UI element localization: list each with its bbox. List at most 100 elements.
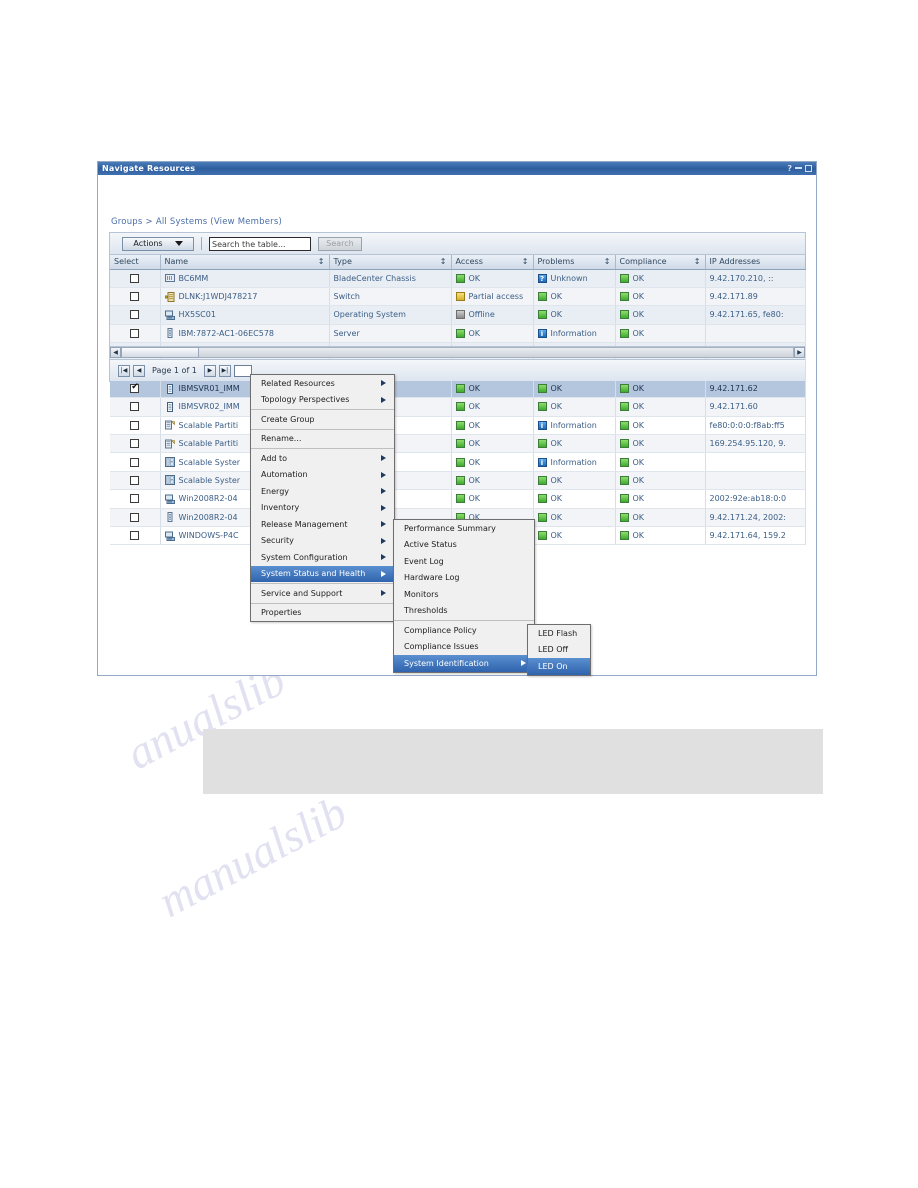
breadcrumb-root[interactable]: Groups: [111, 217, 143, 227]
row-name-cell[interactable]: IBM:7872-AC1-06EC578: [160, 324, 330, 344]
row-checkbox[interactable]: [130, 420, 140, 430]
help-icon[interactable]: ?: [787, 164, 792, 173]
first-page-button[interactable]: |◀: [118, 364, 130, 377]
scrollbar-trough[interactable]: [199, 347, 794, 358]
menu-item-system-configuration[interactable]: System Configuration: [251, 549, 394, 566]
scroll-right-icon[interactable]: ▶: [794, 347, 805, 358]
scroll-left-icon[interactable]: ◀: [110, 347, 121, 358]
row-checkbox[interactable]: [130, 328, 140, 338]
minimize-icon[interactable]: [795, 167, 802, 169]
row-select-cell[interactable]: [110, 397, 161, 417]
toolbar-divider: [201, 237, 202, 250]
submenu-item-system-identification[interactable]: System Identification: [394, 655, 534, 672]
sort-toggle-icon[interactable]: ↕: [604, 257, 611, 266]
menu-item-release-management[interactable]: Release Management: [251, 516, 394, 533]
submenu-item-compliance-issues[interactable]: Compliance Issues: [394, 639, 534, 656]
row-checkbox[interactable]: [130, 457, 140, 467]
row-checkbox[interactable]: [130, 382, 140, 394]
menu-item-security[interactable]: Security: [251, 533, 394, 550]
submenu-item-hardware-log[interactable]: Hardware Log: [394, 570, 534, 587]
next-page-button[interactable]: ▶: [203, 364, 216, 377]
row-checkbox[interactable]: [130, 402, 140, 412]
row-select-cell[interactable]: [110, 379, 161, 399]
menu-item-label: Inventory: [261, 503, 300, 513]
submenu-item-event-log[interactable]: Event Log: [394, 553, 534, 570]
search-input[interactable]: Search the table...: [209, 236, 311, 251]
table-row[interactable]: DLNK:J1WDJ478217 Switch Partial access OK OK…: [110, 287, 806, 307]
table-row[interactable]: Scalable SystertemOKOKOK: [110, 471, 806, 491]
table-row[interactable]: BC6MM BladeCenter Chassis OK? Unknown OK 9.42…: [110, 269, 806, 288]
row-select-cell[interactable]: [110, 471, 161, 491]
row-checkbox[interactable]: [130, 531, 140, 541]
row-select-cell[interactable]: [110, 508, 161, 527]
table-row[interactable]: HX5SC01 Operating System Offline OK OK 9.42.1…: [110, 305, 806, 325]
horizontal-scrollbar[interactable]: ◀ ▶: [110, 346, 805, 358]
actions-button[interactable]: Actions: [122, 236, 194, 251]
led-item-led-off[interactable]: LED Off: [528, 642, 590, 659]
row-checkbox[interactable]: [130, 310, 140, 320]
menu-item-create-group[interactable]: Create Group: [251, 411, 394, 428]
table-row[interactable]: Scalable PartitititionOKOKOK169.254.95.1…: [110, 434, 806, 454]
scrollbar-track[interactable]: [121, 347, 794, 358]
table-row[interactable]: Win2008R2-04ystemOKOKOK2002:92e:ab18:0:0: [110, 489, 806, 509]
scrollbar-thumb[interactable]: [121, 347, 199, 358]
table-row[interactable]: IBMSVR02_IMM OK OK OK 9.42.171.60: [110, 397, 806, 417]
table-row[interactable]: IBMSVR01_IMM OK OK OK 9.42.171.62: [110, 379, 806, 399]
status-ok-icon: [537, 475, 547, 485]
column-header-compliance[interactable]: Compliance ↕: [615, 255, 706, 270]
maximize-icon[interactable]: [805, 165, 812, 172]
menu-item-topology-perspectives[interactable]: Topology Perspectives: [251, 392, 394, 409]
previous-page-button[interactable]: ◀: [133, 364, 145, 377]
column-header-name[interactable]: Name ↕: [160, 255, 330, 270]
menu-item-service-and-support[interactable]: Service and Support: [251, 585, 394, 602]
table-row[interactable]: Scalable SystertemOKiInformationOK: [110, 452, 806, 472]
row-select-cell[interactable]: [110, 269, 161, 288]
row-checkbox[interactable]: [130, 475, 140, 485]
sort-toggle-icon[interactable]: ↕: [522, 257, 529, 266]
led-item-led-on[interactable]: LED On: [528, 658, 590, 675]
row-select-cell[interactable]: [110, 287, 161, 307]
row-select-cell[interactable]: [110, 305, 161, 325]
submenu-item-monitors[interactable]: Monitors: [394, 586, 534, 603]
table-row[interactable]: IBM:7872-AC1-06EC578 Server OK i Information…: [110, 324, 806, 344]
row-select-cell[interactable]: [110, 526, 161, 546]
menu-item-energy[interactable]: Energy: [251, 483, 394, 500]
column-header-type[interactable]: Type ↕: [329, 255, 452, 270]
row-select-cell[interactable]: [110, 324, 161, 344]
row-select-cell[interactable]: [110, 416, 161, 436]
row-name-cell[interactable]: HX5SC01: [160, 305, 330, 325]
menu-item-inventory[interactable]: Inventory: [251, 500, 394, 517]
column-header-problems[interactable]: Problems ↕: [533, 255, 616, 270]
menu-item-automation[interactable]: Automation: [251, 467, 394, 484]
menu-item-related-resources[interactable]: Related Resources: [251, 375, 394, 392]
row-checkbox[interactable]: [130, 494, 140, 504]
status-ok-icon: [619, 457, 629, 467]
row-checkbox[interactable]: [130, 439, 140, 449]
row-select-cell[interactable]: [110, 489, 161, 509]
row-name-cell[interactable]: BC6MM: [160, 269, 330, 288]
row-select-cell[interactable]: [110, 434, 161, 454]
row-checkbox[interactable]: [130, 273, 140, 283]
search-button[interactable]: Search: [318, 236, 362, 251]
submenu-item-active-status[interactable]: Active Status: [394, 537, 534, 554]
last-page-button[interactable]: ▶|: [218, 364, 231, 377]
column-header-label: Access: [455, 257, 483, 267]
column-header-access[interactable]: Access ↕: [451, 255, 534, 270]
sort-toggle-icon[interactable]: ↕: [694, 257, 701, 266]
sort-toggle-icon[interactable]: ↕: [318, 257, 325, 266]
submenu-item-compliance-policy[interactable]: Compliance Policy: [394, 622, 534, 639]
row-checkbox[interactable]: [130, 292, 140, 302]
row-checkbox[interactable]: [130, 512, 140, 522]
menu-item-system-status-and-health[interactable]: System Status and Health: [251, 565, 394, 582]
menu-item-properties[interactable]: Properties: [251, 605, 394, 622]
led-item-led-flash[interactable]: LED Flash: [528, 625, 590, 642]
table-row[interactable]: Scalable PartitititionOKiInformationOKfe…: [110, 416, 806, 436]
menu-item-add-to[interactable]: Add to: [251, 450, 394, 467]
menu-item-rename[interactable]: Rename...: [251, 431, 394, 448]
row-name-cell[interactable]: DLNK:J1WDJ478217: [160, 287, 330, 307]
row-access-cell: OK: [451, 379, 534, 399]
row-select-cell[interactable]: [110, 452, 161, 472]
submenu-item-thresholds[interactable]: Thresholds: [394, 603, 534, 620]
sort-toggle-icon[interactable]: ↕: [440, 257, 447, 266]
submenu-item-performance-summary[interactable]: Performance Summary: [394, 520, 534, 537]
